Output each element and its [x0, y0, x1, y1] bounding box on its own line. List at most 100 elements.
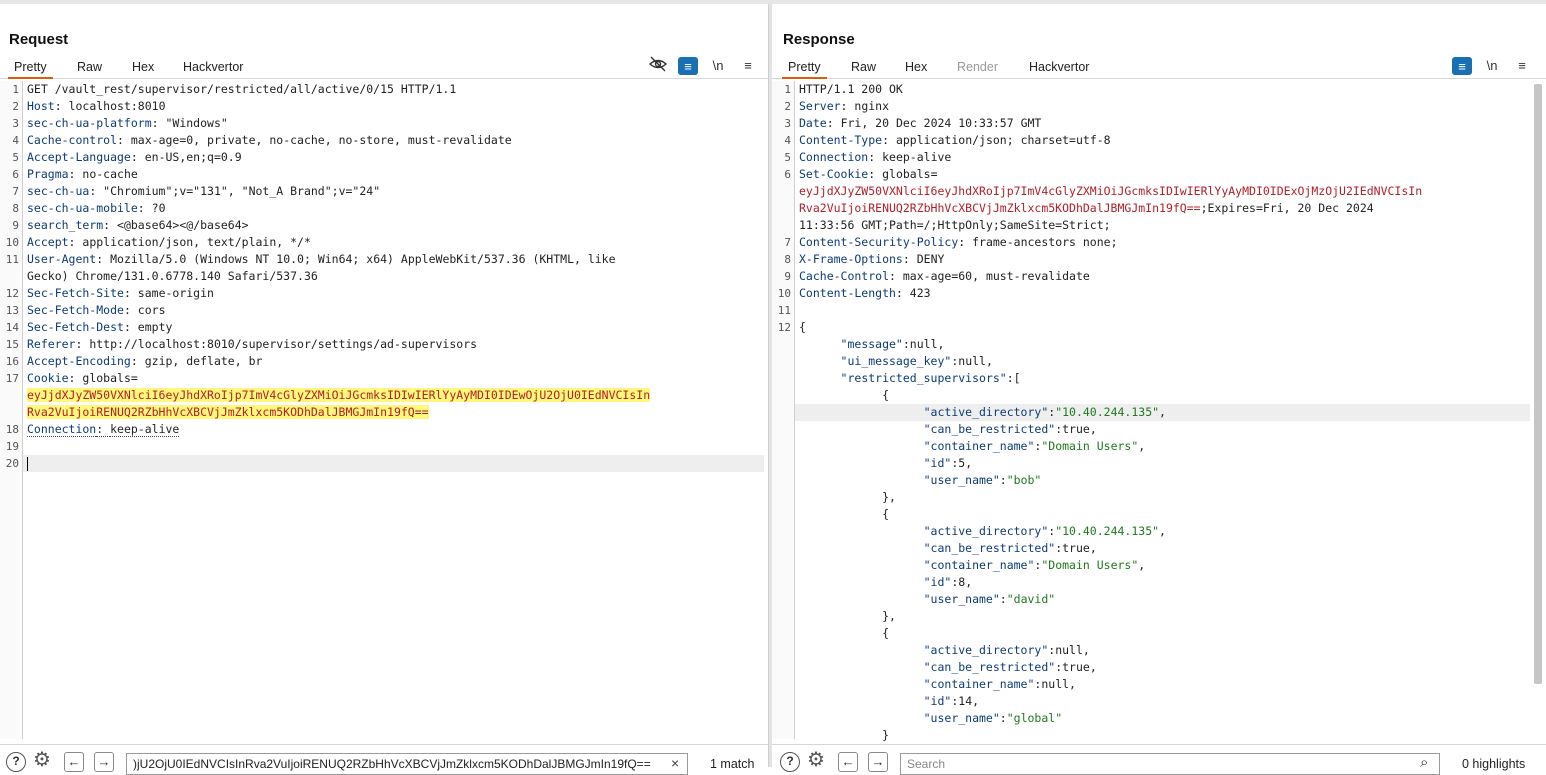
header-name: Connection — [799, 150, 869, 164]
response-help-icon[interactable]: ? — [780, 752, 800, 772]
header-name: sec-ch-ua — [27, 184, 90, 198]
header-name: Cookie — [27, 371, 69, 385]
response-tab-pretty[interactable]: Pretty — [782, 58, 827, 79]
json-value: true — [1062, 541, 1090, 555]
settings-gear-icon[interactable]: ⚙ — [33, 750, 51, 770]
header-separator: : — [123, 303, 138, 317]
line-number: 3 — [784, 117, 791, 130]
newline-toggle-icon[interactable]: \n — [708, 56, 728, 76]
json-comma: , — [1082, 643, 1090, 657]
header-name: Sec-Fetch-Dest — [27, 320, 124, 334]
json-line: "user_name":"bob" — [799, 472, 1530, 489]
json-key: "id" — [923, 575, 952, 589]
json-value: }, — [882, 609, 896, 623]
json-key: "ui_message_key" — [840, 354, 952, 368]
json-key: "active_directory" — [923, 524, 1049, 538]
header-value: gzip, deflate, br — [144, 354, 263, 368]
response-editor[interactable]: 1 2 3 4 5 6 7 8 9 10 11 12 HTTP/1.1 200 OK Server: n… — [772, 81, 1546, 742]
response-tab-hex[interactable]: Hex — [899, 58, 933, 77]
line-number: 19 — [5, 440, 19, 453]
header-value: max-age=60, must-revalidate — [902, 269, 1090, 283]
json-line: }, — [799, 608, 1530, 625]
json-line: "container_name":"Domain Users", — [799, 557, 1530, 574]
header-name: Cache-control — [27, 133, 118, 147]
json-value: { — [882, 626, 890, 640]
header-name: Content-Type — [799, 133, 883, 147]
line-number: 3 — [12, 117, 19, 130]
response-tab-hackvertor[interactable]: Hackvertor — [1023, 58, 1095, 77]
header-separator: : — [902, 252, 917, 266]
response-line: Rva2VuIjoiRENUQ2RZbHhVcXBCVjJmZklxcm5KOD… — [799, 200, 1530, 217]
request-editor[interactable]: 1 2 3 4 5 6 7 8 9 10 11 12 13 14 15 16 17 18 19 20 GET /vau… — [0, 81, 768, 739]
request-tab-raw[interactable]: Raw — [71, 58, 108, 77]
json-comma: , — [1089, 660, 1097, 674]
request-line: sec-ch-ua-platform: "Windows" — [27, 115, 764, 132]
line-number: 7 — [784, 236, 791, 249]
header-name: Cache-Control — [799, 269, 890, 283]
json-key: "active_directory" — [923, 405, 1049, 419]
header-separator: : — [68, 371, 83, 385]
header-separator: : — [68, 167, 83, 181]
request-search-input[interactable]: )jU2OjU0IEdNVCIsInRva2VuIjoiRENUQ2RZbHhV… — [126, 753, 688, 775]
json-comma: , — [965, 575, 973, 589]
response-previous-match-button[interactable]: ← — [838, 752, 858, 772]
header-separator: : — [151, 116, 166, 130]
clear-search-icon[interactable]: × — [668, 755, 683, 771]
json-value: "global" — [1006, 711, 1063, 725]
request-tab-pretty[interactable]: Pretty — [8, 58, 53, 79]
response-newline-toggle-icon[interactable]: \n — [1482, 56, 1502, 76]
json-value: { — [882, 388, 890, 402]
request-tab-hex[interactable]: Hex — [126, 58, 160, 77]
header-separator: : — [89, 184, 104, 198]
response-next-match-button[interactable]: → — [868, 752, 888, 772]
response-body-text: { — [799, 320, 806, 334]
header-separator: : — [96, 252, 111, 266]
response-word-wrap-icon[interactable]: ≡ — [1452, 57, 1472, 75]
header-value: keep-alive — [110, 422, 180, 437]
response-code: HTTP/1.1 200 OK Server: nginx Date: Fri, 2… — [795, 81, 1530, 742]
response-line: eyJjdXJyZW50VXNlciI6eyJhdXRoIjp7ImV4cGly… — [799, 183, 1530, 200]
help-icon[interactable]: ? — [6, 752, 26, 772]
response-settings-gear-icon[interactable]: ⚙ — [807, 750, 825, 770]
json-comma: , — [1089, 422, 1097, 436]
previous-match-button[interactable]: ← — [64, 752, 84, 772]
line-number: 7 — [12, 185, 19, 198]
word-wrap-icon[interactable]: ≡ — [678, 57, 698, 75]
hide-eye-icon[interactable] — [648, 56, 668, 76]
request-title: Request — [9, 31, 69, 48]
json-line: }, — [799, 489, 1530, 506]
response-tab-render[interactable]: Render — [951, 58, 1004, 77]
header-separator: : — [123, 286, 138, 300]
line-number: 9 — [784, 270, 791, 283]
request-line-text: GET /vault_rest/supervisor/restricted/al… — [27, 82, 457, 96]
response-search-placeholder: Search — [907, 757, 946, 771]
json-key: "id" — [923, 456, 952, 470]
request-line: Sec-Fetch-Dest: empty — [27, 319, 764, 336]
json-value: null — [1055, 643, 1083, 657]
json-line: { — [799, 625, 1530, 642]
response-title: Response — [783, 31, 855, 48]
line-number: 20 — [5, 457, 19, 470]
line-number: 14 — [5, 321, 19, 334]
response-line: HTTP/1.1 200 OK — [799, 81, 1530, 98]
line-number: 12 — [5, 287, 19, 300]
json-value: "david" — [1006, 592, 1056, 606]
json-comma: , — [1138, 439, 1146, 453]
line-number: 5 — [12, 151, 19, 164]
line-number: 11 — [5, 253, 19, 266]
response-scrollbar[interactable] — [1534, 84, 1542, 684]
request-menu-icon[interactable]: ≡ — [738, 56, 758, 76]
header-separator: : — [103, 218, 118, 232]
response-tab-raw[interactable]: Raw — [845, 58, 882, 77]
response-menu-icon[interactable]: ≡ — [1512, 56, 1532, 76]
header-name: Host — [27, 99, 55, 113]
request-tab-hackvertor[interactable]: Hackvertor — [177, 58, 249, 77]
next-match-button[interactable]: → — [94, 752, 114, 772]
response-search-input[interactable]: Search — [900, 753, 1440, 775]
